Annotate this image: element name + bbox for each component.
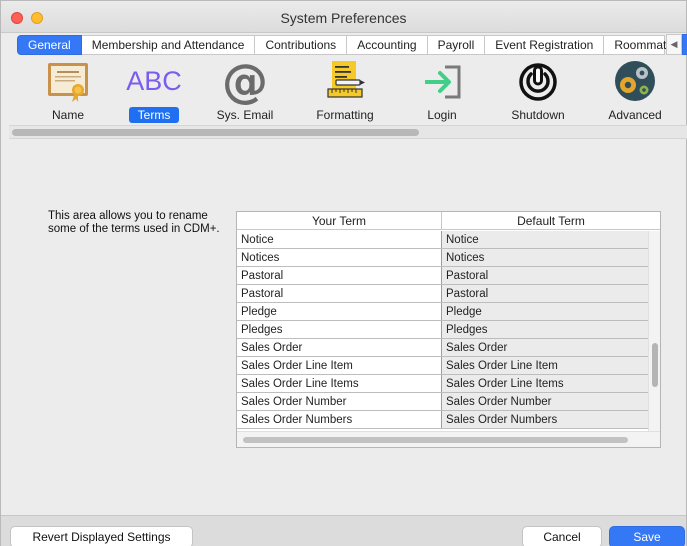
table-row[interactable]: Pledge Pledge — [237, 303, 648, 321]
default-term-cell: Sales Order Number — [442, 393, 648, 410]
table-row[interactable]: Pledges Pledges — [237, 321, 648, 339]
toolbar-item-label: Shutdown — [511, 108, 565, 122]
default-term-cell: Sales Order Line Items — [442, 375, 648, 392]
your-term-cell[interactable]: Pastoral — [237, 285, 442, 302]
your-term-cell[interactable]: Pledge — [237, 303, 442, 320]
table-row[interactable]: Notice Notice — [237, 231, 648, 249]
default-term-cell: Pastoral — [442, 285, 648, 302]
your-term-cell[interactable]: Pledges — [237, 321, 442, 338]
title-bar[interactable]: System Preferences — [1, 1, 686, 33]
toolbar-item-name[interactable]: Name — [23, 57, 113, 123]
your-term-cell[interactable]: Notices — [237, 249, 442, 266]
table-row[interactable]: Sales Order Numbers Sales Order Numbers — [237, 411, 648, 429]
default-term-cell: Pledges — [442, 321, 648, 338]
tab-payroll[interactable]: Payroll — [427, 35, 486, 55]
at-sign-icon: @ — [222, 54, 268, 108]
toolbar-item-sys-email[interactable]: @ Sys. Email — [200, 57, 290, 123]
table-header: Your Term Default Term — [237, 212, 660, 230]
preferences-window: System Preferences General Membership an… — [0, 0, 687, 546]
default-term-cell: Sales Order — [442, 339, 648, 356]
preference-toolbar: Name ABC Terms @ Sys. Email Formatting L… — [1, 57, 686, 123]
terms-table: Your Term Default Term Notice Notice Noti… — [236, 211, 661, 448]
table-row[interactable]: Notices Notices — [237, 249, 648, 267]
tab-accounting[interactable]: Accounting — [347, 35, 428, 55]
your-term-cell[interactable]: Notice — [237, 231, 442, 248]
toolbar-item-label: Terms — [128, 107, 180, 123]
revert-displayed-settings-button[interactable]: Revert Displayed Settings — [10, 526, 193, 546]
your-term-cell[interactable]: Pastoral — [237, 267, 442, 284]
toolbar-item-label: Name — [51, 108, 84, 122]
table-row[interactable]: Pastoral Pastoral — [237, 285, 648, 303]
tab-scroll-left-button[interactable]: ◀ — [666, 34, 682, 55]
toolbar-item-formatting[interactable]: Formatting — [300, 57, 390, 123]
your-term-cell[interactable]: Sales Order Line Item — [237, 357, 442, 374]
column-header-your-term[interactable]: Your Term — [237, 212, 442, 230]
table-body: Notice Notice Notices Notices Pastoral Past… — [237, 231, 648, 429]
tab-general[interactable]: General — [17, 35, 82, 55]
toolbar-item-label: Formatting — [316, 108, 374, 122]
certificate-icon — [48, 63, 88, 102]
your-term-cell[interactable]: Sales Order Line Items — [237, 375, 442, 392]
table-vertical-scrollbar[interactable] — [648, 231, 660, 431]
your-term-cell[interactable]: Sales Order Numbers — [237, 411, 442, 428]
toolbar-item-label: Login — [427, 108, 457, 122]
default-term-cell: Notices — [442, 249, 648, 266]
scrollbar-thumb[interactable] — [12, 129, 419, 136]
your-term-cell[interactable]: Sales Order — [237, 339, 442, 356]
toolbar-item-login[interactable]: Login — [397, 57, 487, 123]
column-header-default-term[interactable]: Default Term — [442, 212, 660, 230]
gears-icon — [615, 61, 655, 101]
tab-roommate[interactable]: Roommate — [604, 35, 673, 55]
notepad-ruler-icon — [327, 61, 365, 98]
terms-description: This area allows you to rename some of t… — [48, 210, 220, 235]
tab-event-registration[interactable]: Event Registration — [485, 35, 605, 55]
toolbar-scrollbar[interactable] — [9, 125, 687, 139]
toolbar-item-label: Sys. Email — [216, 108, 274, 122]
table-row[interactable]: Sales Order Line Items Sales Order Line I… — [237, 375, 648, 393]
window-title: System Preferences — [280, 10, 407, 26]
default-term-cell: Notice — [442, 231, 648, 248]
default-term-cell: Sales Order Line Item — [442, 357, 648, 374]
bottom-bar: Revert Displayed Settings Cancel Save — [1, 515, 686, 546]
scrollbar-thumb[interactable] — [652, 343, 658, 387]
save-button[interactable]: Save — [609, 526, 685, 546]
default-term-cell: Pastoral — [442, 267, 648, 284]
toolbar-item-advanced[interactable]: Advanced — [590, 57, 680, 123]
toolbar-item-shutdown[interactable]: Shutdown — [493, 57, 583, 123]
default-term-cell: Pledge — [442, 303, 648, 320]
table-horizontal-scrollbar[interactable] — [237, 431, 660, 447]
triangle-left-icon: ◀ — [670, 39, 678, 49]
cancel-button[interactable]: Cancel — [522, 526, 602, 546]
table-row[interactable]: Sales Order Line Item Sales Order Line It… — [237, 357, 648, 375]
scrollbar-thumb[interactable] — [243, 437, 628, 443]
toolbar-item-terms[interactable]: ABC Terms — [109, 57, 199, 123]
tab-membership-and-attendance[interactable]: Membership and Attendance — [81, 35, 256, 55]
tab-scroll-right-button[interactable] — [682, 34, 687, 55]
table-row[interactable]: Sales Order Sales Order — [237, 339, 648, 357]
default-term-cell: Sales Order Numbers — [442, 411, 648, 428]
table-row[interactable]: Sales Order Number Sales Order Number — [237, 393, 648, 411]
power-icon — [519, 63, 557, 101]
abc-icon: ABC — [126, 66, 182, 96]
your-term-cell[interactable]: Sales Order Number — [237, 393, 442, 410]
login-arrow-icon — [425, 65, 461, 99]
table-row[interactable]: Pastoral Pastoral — [237, 267, 648, 285]
toolbar-item-label: Advanced — [608, 108, 662, 122]
tab-contributions[interactable]: Contributions — [255, 35, 348, 55]
preference-tabs: General Membership and Attendance Contri… — [17, 35, 673, 55]
